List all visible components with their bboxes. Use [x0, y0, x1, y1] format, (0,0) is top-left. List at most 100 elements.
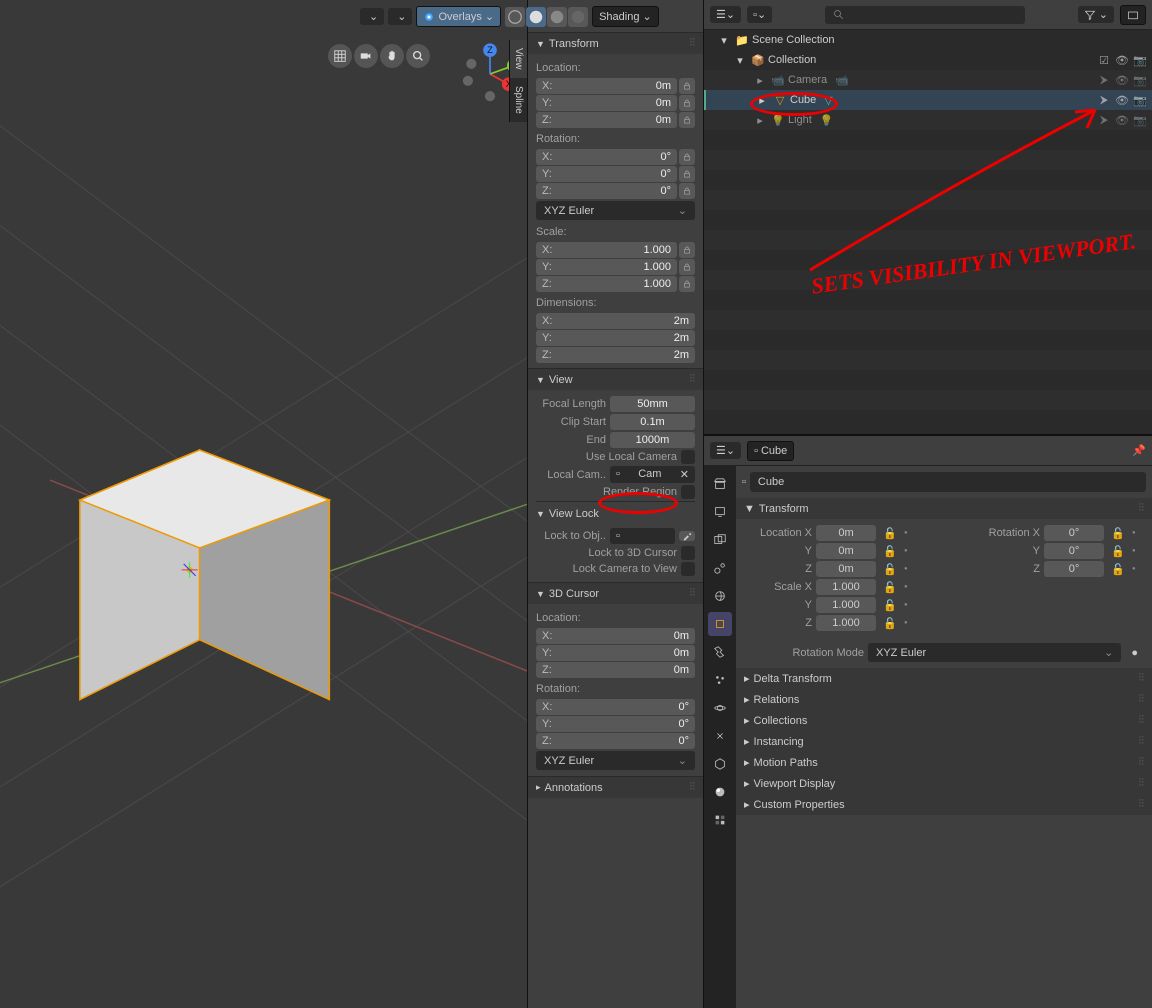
- outliner-display-dropdown[interactable]: ▫⌄: [747, 6, 772, 23]
- number-field[interactable]: X:1.000: [536, 242, 677, 258]
- npanel-tab-view[interactable]: View: [509, 40, 527, 78]
- tab-physics[interactable]: [708, 696, 732, 720]
- rotation-y-field[interactable]: 0°: [1044, 543, 1104, 559]
- render-region-checkbox[interactable]: [681, 485, 695, 499]
- section-header[interactable]: ▸Custom Properties⫶⫶: [736, 794, 1152, 815]
- scale-z-field[interactable]: 1.000: [816, 615, 876, 631]
- tab-object[interactable]: [708, 612, 732, 636]
- location-y-field[interactable]: 0m: [816, 543, 876, 559]
- props-breadcrumb[interactable]: ▫ Cube: [747, 441, 794, 461]
- new-collection-button[interactable]: [1120, 5, 1146, 25]
- rotation-x-field[interactable]: 0°: [1044, 525, 1104, 541]
- number-field[interactable]: Z:0m: [536, 112, 677, 128]
- camera-icon[interactable]: 📷: [1132, 74, 1148, 87]
- npanel-tab-spline[interactable]: Spline: [509, 78, 527, 122]
- eyedropper-icon[interactable]: [679, 531, 695, 541]
- number-field[interactable]: X:2m: [536, 313, 695, 329]
- section-header[interactable]: ▸Instancing⫶⫶: [736, 731, 1152, 752]
- section-header[interactable]: ▸Collections⫶⫶: [736, 710, 1152, 731]
- eye-icon[interactable]: 👁: [1114, 114, 1130, 127]
- transform-header[interactable]: ▼Transform⫶⫶: [528, 32, 703, 54]
- shading-matpreview[interactable]: [547, 7, 567, 27]
- tab-data[interactable]: [708, 752, 732, 776]
- section-header[interactable]: ▸Motion Paths⫶⫶: [736, 752, 1152, 773]
- scale-y-field[interactable]: 1.000: [816, 597, 876, 613]
- lock-icon[interactable]: [679, 276, 695, 292]
- tab-modifiers[interactable]: [708, 640, 732, 664]
- rotation-mode-dropdown[interactable]: XYZ Euler: [536, 201, 695, 220]
- scene-collection-row[interactable]: ▾📁Scene Collection: [704, 30, 1152, 50]
- lock-icon[interactable]: 🔓: [1108, 527, 1128, 540]
- filter-dropdown[interactable]: ⌄: [1078, 6, 1114, 23]
- viewport-3d[interactable]: ⌄ ⌄ Overlays ⌄ Shading ⌄ X Y Z: [0, 0, 528, 1008]
- exclude-toggle[interactable]: ☑: [1096, 54, 1112, 67]
- lock-icon[interactable]: [679, 242, 695, 258]
- collection-row[interactable]: ▾📦Collection☑👁📷: [704, 50, 1152, 70]
- number-field[interactable]: Z:2m: [536, 347, 695, 363]
- pin-icon[interactable]: 📌: [1132, 444, 1146, 457]
- lock-icon[interactable]: [679, 112, 695, 128]
- local-camera-field[interactable]: ▫Cam✕: [610, 466, 695, 483]
- tab-constraints[interactable]: [708, 724, 732, 748]
- tab-texture[interactable]: [708, 808, 732, 832]
- camera-row[interactable]: ▸📹Camera📹⮞👁📷: [704, 70, 1152, 90]
- tab-output[interactable]: [708, 500, 732, 524]
- number-field[interactable]: Y:1.000: [536, 259, 677, 275]
- lock-icon[interactable]: [679, 259, 695, 275]
- props-mode-dropdown[interactable]: ☰⌄: [710, 442, 741, 459]
- number-field[interactable]: Y:0m: [536, 95, 677, 111]
- lock-icon[interactable]: [679, 166, 695, 182]
- arrow-icon[interactable]: ⮞: [1096, 74, 1112, 87]
- number-field[interactable]: X:0°: [536, 149, 677, 165]
- focal-length-field[interactable]: 50mm: [610, 396, 695, 412]
- outliner-search[interactable]: [825, 6, 1025, 24]
- tab-scene[interactable]: [708, 556, 732, 580]
- cube-row[interactable]: ▸▽Cube▽⮞👁📷: [704, 90, 1152, 110]
- lock-icon[interactable]: [679, 149, 695, 165]
- section-header[interactable]: ▸Delta Transform⫶⫶: [736, 668, 1152, 689]
- lock-icon[interactable]: [679, 78, 695, 94]
- camera-icon[interactable]: 📷: [1132, 114, 1148, 127]
- tab-particles[interactable]: [708, 668, 732, 692]
- lock-icon[interactable]: 🔓: [880, 527, 900, 540]
- number-field[interactable]: Y:0°: [536, 716, 695, 732]
- number-field[interactable]: Z:1.000: [536, 276, 677, 292]
- cursor-rotation-mode-dropdown[interactable]: XYZ Euler: [536, 751, 695, 770]
- tab-world[interactable]: [708, 584, 732, 608]
- light-row[interactable]: ▸💡Light💡⮞👁📷: [704, 110, 1152, 130]
- viewport-scene[interactable]: [0, 0, 527, 1008]
- tab-viewlayer[interactable]: [708, 528, 732, 552]
- shading-dropdown[interactable]: Shading ⌄: [592, 6, 659, 27]
- location-z-field[interactable]: 0m: [816, 561, 876, 577]
- lock-icon[interactable]: [679, 95, 695, 111]
- lock-icon[interactable]: [679, 183, 695, 199]
- clip-start-field[interactable]: 0.1m: [610, 414, 695, 430]
- view-header[interactable]: ▼View⫶⫶: [528, 368, 703, 390]
- rotation-z-field[interactable]: 0°: [1044, 561, 1104, 577]
- number-field[interactable]: Z:0°: [536, 183, 677, 199]
- number-field[interactable]: X:0m: [536, 628, 695, 644]
- use-local-camera-checkbox[interactable]: [681, 450, 695, 464]
- location-x-field[interactable]: 0m: [816, 525, 876, 541]
- number-field[interactable]: Z:0m: [536, 662, 695, 678]
- cube-mesh[interactable]: [80, 450, 330, 700]
- section-header[interactable]: ▸Relations⫶⫶: [736, 689, 1152, 710]
- eye-icon[interactable]: 👁: [1114, 94, 1130, 107]
- number-field[interactable]: X:0m: [536, 78, 677, 94]
- arrow-icon[interactable]: ⮞: [1096, 94, 1112, 107]
- arrow-icon[interactable]: ⮞: [1096, 114, 1112, 127]
- number-field[interactable]: Y:2m: [536, 330, 695, 346]
- annotations-header[interactable]: ▸Annotations⫶⫶: [528, 776, 703, 798]
- tab-material[interactable]: [708, 780, 732, 804]
- shading-rendered[interactable]: [568, 7, 588, 27]
- number-field[interactable]: X:0°: [536, 699, 695, 715]
- lock-cursor-checkbox[interactable]: [681, 546, 695, 560]
- camera-icon[interactable]: 📷: [1132, 54, 1148, 67]
- section-header[interactable]: ▸Viewport Display⫶⫶: [736, 773, 1152, 794]
- scale-x-field[interactable]: 1.000: [816, 579, 876, 595]
- props-rotation-mode-dropdown[interactable]: XYZ Euler: [868, 643, 1121, 662]
- shading-solid[interactable]: [526, 7, 546, 27]
- eye-icon[interactable]: 👁: [1114, 54, 1130, 67]
- props-transform-header[interactable]: ▼Transform⫶⫶: [736, 498, 1152, 519]
- lock-camera-view-checkbox[interactable]: [681, 562, 695, 576]
